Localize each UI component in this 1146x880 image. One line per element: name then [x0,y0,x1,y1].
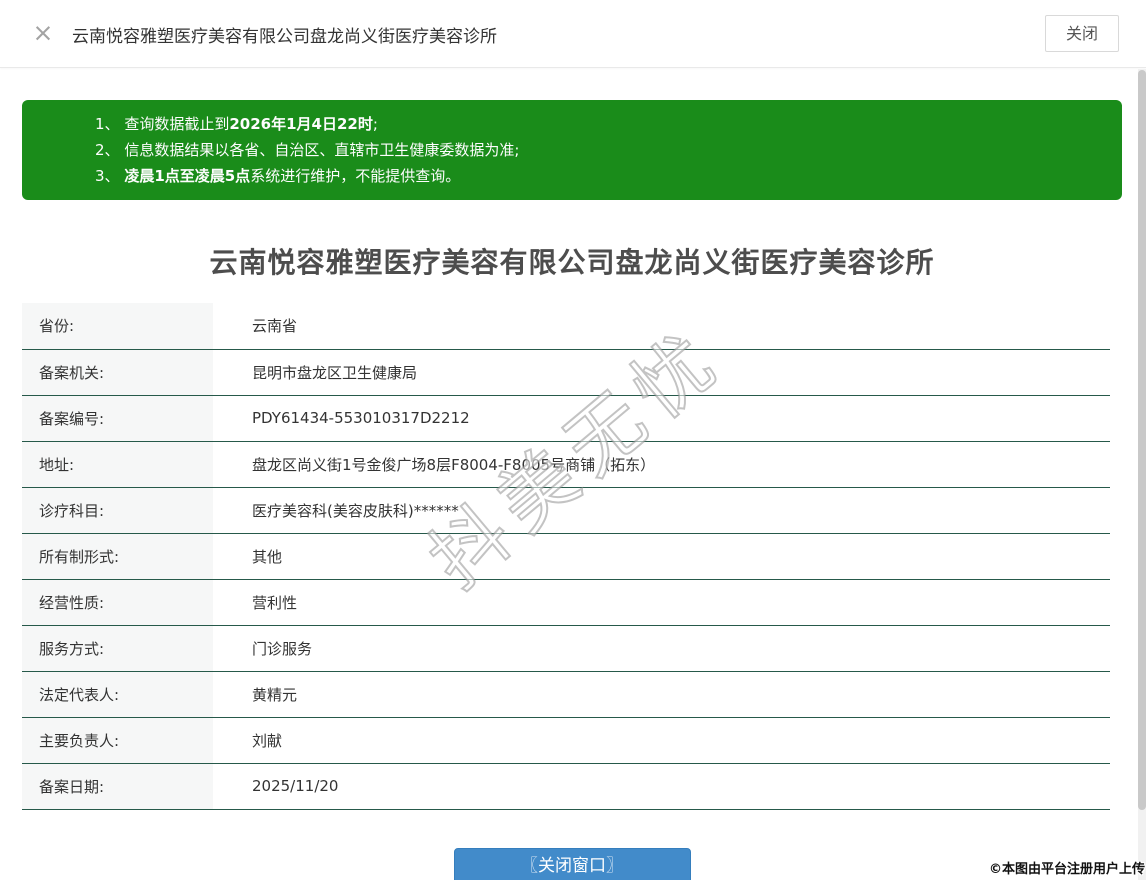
row-label: 服务方式: [22,625,213,672]
row-value: 黄精元 [213,671,1110,718]
table-row-address: 地址: 盘龙区尚义街1号金俊广场8层F8004-F8005号商铺（拓东） [22,441,1110,488]
row-label: 地址: [22,441,213,488]
registration-info-table: 省份: 云南省 备案机关: 昆明市盘龙区卫生健康局 备案编号: PDY61434… [22,303,1110,810]
notice-line-2: 2、 信息数据结果以各省、自治区、直辖市卫生健康委数据为准; [95,141,520,159]
row-value: 2025/11/20 [213,763,1110,810]
row-label: 法定代表人: [22,671,213,718]
row-label: 所有制形式: [22,533,213,580]
notice-box: 1、 查询数据截止到2026年1月4日22时; 2、 信息数据结果以各省、自治区… [22,100,1122,200]
top-bar: × 云南悦容雅塑医疗美容有限公司盘龙尚义街医疗美容诊所 关闭 [0,0,1146,68]
table-row-service-mode: 服务方式: 门诊服务 [22,625,1110,672]
row-label: 备案编号: [22,395,213,442]
row-label: 省份: [22,303,213,350]
row-value: 营利性 [213,579,1110,626]
row-label: 备案机关: [22,349,213,396]
close-x-icon[interactable]: × [30,19,56,47]
footer-actions: 〖关闭窗口〗 [22,847,1122,880]
content-area: 1、 查询数据截止到2026年1月4日22时; 2、 信息数据结果以各省、自治区… [0,100,1146,880]
row-value: PDY61434-553010317D2212 [213,395,1110,442]
row-label: 诊疗科目: [22,487,213,534]
table-row-province: 省份: 云南省 [22,303,1110,350]
table-row-filing-authority: 备案机关: 昆明市盘龙区卫生健康局 [22,349,1110,396]
row-label: 经营性质: [22,579,213,626]
page-title: 云南悦容雅塑医疗美容有限公司盘龙尚义街医疗美容诊所 [209,246,935,279]
window-title: 云南悦容雅塑医疗美容有限公司盘龙尚义街医疗美容诊所 [72,27,497,47]
page: × 云南悦容雅塑医疗美容有限公司盘龙尚义街医疗美容诊所 关闭 1、 查询数据截止… [0,0,1146,880]
table-row-medical-subjects: 诊疗科目: 医疗美容科(美容皮肤科)****** [22,487,1110,534]
close-button[interactable]: 关闭 [1045,15,1119,52]
row-value: 其他 [213,533,1110,580]
close-window-button[interactable]: 〖关闭窗口〗 [453,847,691,880]
table-row-legal-representative: 法定代表人: 黄精元 [22,671,1110,718]
row-value: 盘龙区尚义街1号金俊广场8层F8004-F8005号商铺（拓东） [213,441,1110,488]
table-row-filing-number: 备案编号: PDY61434-553010317D2212 [22,395,1110,442]
row-value: 云南省 [213,303,1110,350]
table-row-main-person-in-charge: 主要负责人: 刘献 [22,717,1110,764]
row-value: 刘献 [213,717,1110,764]
table-row-business-nature: 经营性质: 营利性 [22,579,1110,626]
row-label: 主要负责人: [22,717,213,764]
row-label: 备案日期: [22,763,213,810]
table-row-filing-date: 备案日期: 2025/11/20 [22,763,1110,810]
notice-line-1: 1、 查询数据截止到2026年1月4日22时; [95,115,378,133]
row-value: 医疗美容科(美容皮肤科)****** [213,487,1110,534]
row-value: 门诊服务 [213,625,1110,672]
row-value: 昆明市盘龙区卫生健康局 [213,349,1110,396]
table-row-ownership-form: 所有制形式: 其他 [22,533,1110,580]
notice-line-3: 3、 凌晨1点至凌晨5点系统进行维护，不能提供查询。 [95,167,461,185]
